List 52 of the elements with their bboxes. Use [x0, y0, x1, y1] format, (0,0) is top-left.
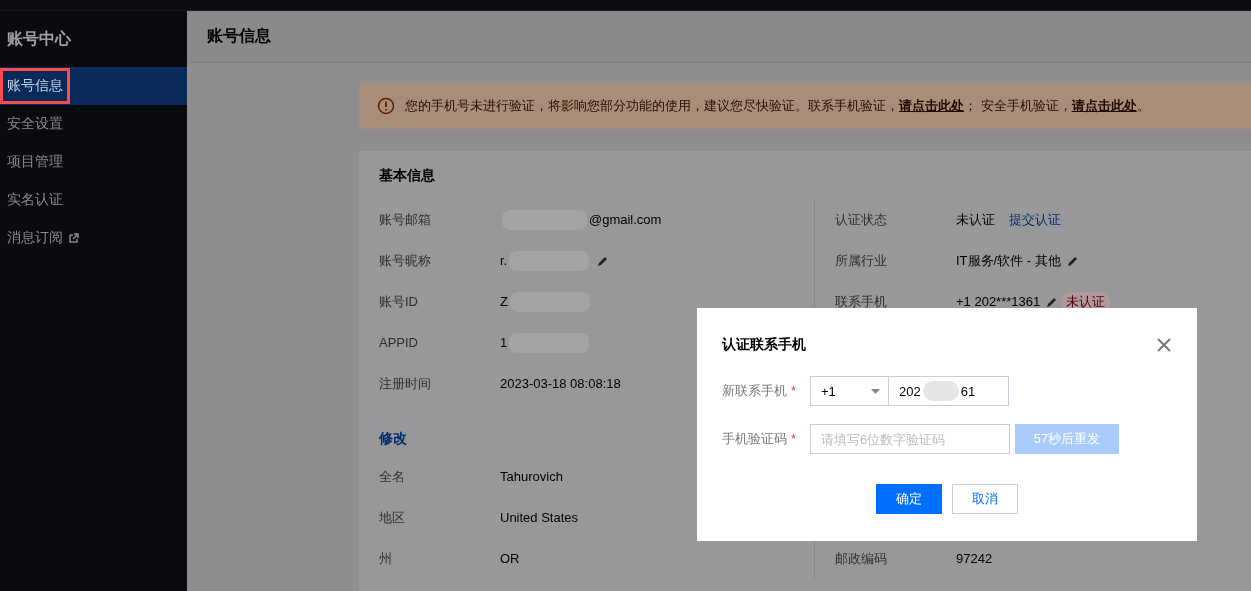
field-value: 未认证 — [956, 210, 995, 229]
country-code-select[interactable]: +1 — [810, 376, 889, 406]
close-icon — [1155, 336, 1173, 354]
field-label: 全名 — [379, 467, 406, 486]
warning-message: 您的手机号未进行验证，将影响您部分功能的使用，建议您尽快验证。联系手机验证，请点击此处； 安全手机验证，请点击此处。 — [405, 97, 1150, 115]
dialog-title: 认证联系手机 — [722, 336, 806, 354]
submit-verification-link[interactable]: 提交认证 — [1009, 210, 1061, 229]
field-label: 注册时间 — [379, 374, 432, 393]
warning-icon — [377, 97, 395, 115]
pencil-icon[interactable] — [597, 254, 610, 267]
field-label: 手机验证码 * — [722, 430, 798, 448]
field-value: United States — [500, 510, 579, 525]
field-value: 2023-03-18 08:08:18 — [500, 376, 621, 391]
page-title: 账号信息 — [207, 26, 271, 46]
click-here-link[interactable]: 请点击此处 — [1071, 98, 1137, 113]
pencil-icon[interactable] — [1066, 254, 1079, 267]
field-label: 账号ID — [379, 292, 419, 311]
sidebar-item[interactable]: 实名认证 — [0, 181, 187, 219]
caret-icon — [871, 388, 880, 394]
field-value: 1 — [500, 335, 508, 350]
field-label: 账号邮箱 — [379, 210, 432, 229]
click-here-link[interactable]: 请点击此处 — [899, 98, 964, 113]
section-title: 基本信息 — [379, 167, 436, 185]
field-label: 认证状态 — [835, 210, 888, 229]
field-label: 地区 — [379, 508, 406, 527]
sidebar-item[interactable]: 账号信息 — [0, 67, 187, 105]
phone-input-field[interactable]: 202 61 — [889, 376, 1009, 406]
field-value: 97242 — [956, 551, 993, 566]
field-value: OR — [500, 551, 520, 566]
field-label: 联系手机 — [835, 292, 888, 311]
field-label: 账号昵称 — [379, 251, 432, 270]
blurred-block — [922, 381, 959, 401]
field-label: 所属行业 — [835, 251, 888, 270]
external-link-icon — [69, 233, 79, 243]
field-value: r. — [500, 253, 508, 268]
field-value: +1 202***1361 — [956, 294, 1041, 309]
confirm-button[interactable]: 确定 — [876, 484, 942, 514]
verification-code-input[interactable]: 请填写6位数字验证码 — [810, 424, 1010, 454]
field-label: 州 — [379, 549, 393, 568]
sidebar-item[interactable]: 项目管理 — [0, 143, 187, 181]
close-button[interactable] — [1155, 336, 1173, 354]
field-label: APPID — [379, 335, 419, 350]
field-value: Z — [500, 294, 508, 309]
sidebar-item[interactable]: 消息订阅 — [0, 219, 187, 257]
cancel-button[interactable]: 取消 — [952, 484, 1018, 514]
field-label: 新联系手机 * — [722, 382, 798, 400]
sidebar-item[interactable]: 安全设置 — [0, 105, 187, 143]
sidebar-title: 账号中心 — [6, 29, 72, 49]
field-value: @gmail.com — [589, 212, 662, 227]
field-label: 邮政编码 — [835, 549, 888, 568]
field-value: IT服务/软件 - 其他 — [956, 251, 1061, 270]
field-value: Tahurovich — [500, 469, 563, 484]
